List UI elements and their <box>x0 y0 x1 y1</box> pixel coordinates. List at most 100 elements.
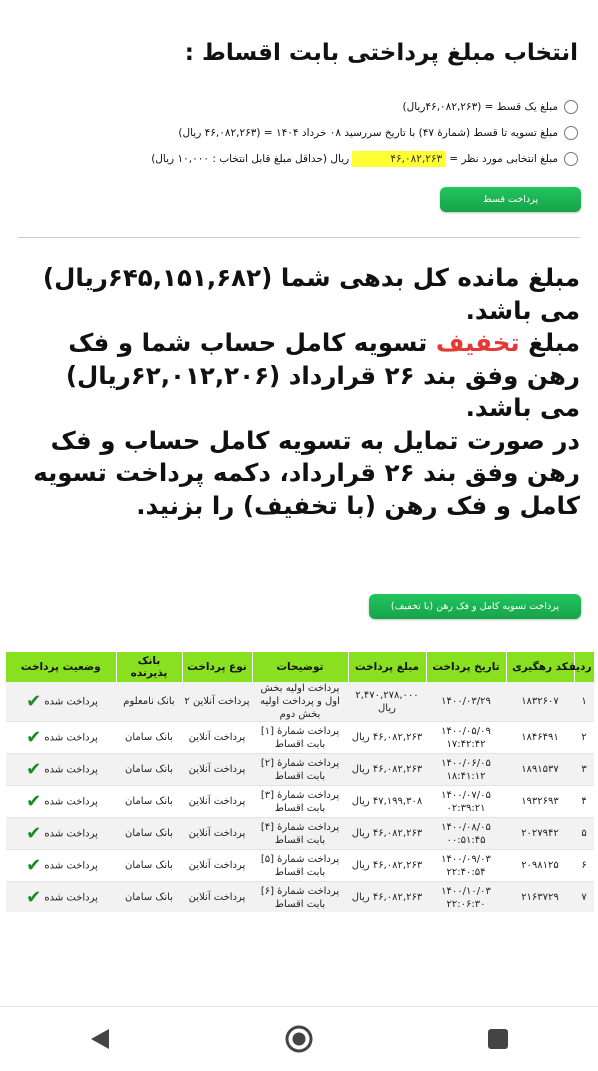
recents-square-icon[interactable] <box>468 1019 528 1059</box>
checkmark-icon: ✔ <box>26 854 42 876</box>
home-circle-icon[interactable] <box>269 1019 329 1059</box>
header-payment-date: تاریخ پرداخت <box>426 652 507 682</box>
payments-table-container[interactable]: ردیف کد رهگیری تاریخ پرداخت مبلغ پرداخت … <box>6 652 594 912</box>
header-tracking-code: کد رهگیری <box>506 652 575 682</box>
cell-description: پرداخت شمارهٔ [۳] بابت اقساط <box>252 785 348 818</box>
cell-tracking-code: ۲۱۶۳۷۲۹ <box>506 881 574 912</box>
cell-status: پرداخت شده ✔ <box>6 785 116 818</box>
cell-status: پرداخت شده ✔ <box>6 881 116 912</box>
cell-tracking-code: ۱۸۹۱۵۳۷ <box>506 753 574 786</box>
table-row: ۳ ۱۸۹۱۵۳۷ ۱۴۰۰/۰۶/۰۵ ۱۸:۴۱:۱۲ ۴۶,۰۸۲,۲۶۳ ری… <box>6 753 594 786</box>
option-suffix: ریال (حداقل مبلغ قابل انتخاب : ۱۰,۰۰۰ ری… <box>151 153 350 165</box>
cell-description: پرداخت اولیه بخش اول و پرداخت اولیه بخش … <box>252 682 348 722</box>
header-description: توضیحات <box>252 652 349 682</box>
cell-payment-date: ۱۴۰۰/۰۸/۰۵ ۰۰:۵۱:۴۵ <box>426 817 506 850</box>
checkmark-icon: ✔ <box>26 790 42 812</box>
radio-single-installment[interactable] <box>564 100 578 114</box>
cell-status: پرداخت شده ✔ <box>6 817 116 850</box>
cell-description: پرداخت شمارهٔ [۱] بابت اقساط <box>252 721 348 754</box>
message-discount: مبلغ تخفیف تسویه کامل حساب شما و فک رهن … <box>20 327 580 425</box>
full-settlement-button[interactable]: پرداخت تسویه کامل و فک رهن (با تخفیف) <box>369 594 581 619</box>
cell-payment-date: ۱۴۰۰/۰۳/۲۹ <box>426 682 506 722</box>
cell-row-number: ۴ <box>574 785 594 818</box>
cell-amount: ۴۶,۰۸۲,۲۶۳ ریال <box>348 817 426 850</box>
status-text: پرداخت شده <box>44 828 98 840</box>
cell-amount: ۴۷,۱۹۹,۳۰۸ ریال <box>348 785 426 818</box>
pay-installment-button[interactable]: پرداخت قسط <box>440 187 581 212</box>
header-row-number: ردیف <box>564 652 594 682</box>
cell-payment-type: پرداخت آنلاین <box>182 753 252 786</box>
header-payment-type: نوع پرداخت <box>182 652 253 682</box>
radio-settle-until[interactable] <box>564 126 578 140</box>
cell-bank: بانک سامان <box>116 753 182 786</box>
checkmark-icon: ✔ <box>26 726 42 748</box>
cell-payment-type: پرداخت آنلاین <box>182 849 252 882</box>
cell-row-number: ۶ <box>574 849 594 882</box>
cell-amount: ۴۶,۰۸۲,۲۶۳ ریال <box>348 881 426 912</box>
cell-tracking-code: ۱۸۴۶۴۹۱ <box>506 721 574 754</box>
custom-amount-input[interactable]: ۴۶,۰۸۲,۲۶۳ <box>352 151 447 167</box>
checkmark-icon: ✔ <box>26 758 42 780</box>
message-instruction: در صورت تمایل به تسویه کامل حساب و فک ره… <box>33 425 580 520</box>
payments-table: ردیف کد رهگیری تاریخ پرداخت مبلغ پرداخت … <box>6 652 594 912</box>
option-label: مبلغ تسویه تا قسط (شمارهٔ ۴۷) با تاریخ س… <box>178 127 558 139</box>
option-prefix: مبلغ انتخابی مورد نظر = <box>449 153 558 165</box>
cell-bank: بانک سامان <box>116 817 182 850</box>
status-text: پرداخت شده <box>44 796 98 808</box>
cell-description: پرداخت شمارهٔ [۴] بابت اقساط <box>252 817 348 850</box>
table-row: ۲ ۱۸۴۶۴۹۱ ۱۴۰۰/۰۵/۰۹ ۱۷:۴۲:۴۲ ۴۶,۰۸۲,۲۶۳ ری… <box>6 721 594 754</box>
cell-tracking-code: ۲۰۹۸۱۲۵ <box>506 849 574 882</box>
checkmark-icon: ✔ <box>26 886 42 908</box>
cell-status: پرداخت شده ✔ <box>6 849 116 882</box>
header-amount: مبلغ پرداخت <box>348 652 427 682</box>
cell-row-number: ۲ <box>574 721 594 754</box>
cell-bank: بانک نامعلوم <box>116 682 182 722</box>
cell-tracking-code: ۱۸۳۲۶۰۷ <box>506 682 574 722</box>
cell-tracking-code: ۱۹۳۲۶۹۳ <box>506 785 574 818</box>
cell-amount: ۴۶,۰۸۲,۲۶۳ ریال <box>348 753 426 786</box>
cell-tracking-code: ۲۰۲۷۹۴۲ <box>506 817 574 850</box>
cell-description: پرداخت شمارهٔ [۲] بابت اقساط <box>252 753 348 786</box>
cell-row-number: ۷ <box>574 881 594 912</box>
option-custom-amount[interactable]: مبلغ انتخابی مورد نظر = ۴۶,۰۸۲,۲۶۳ ریال … <box>10 146 578 172</box>
status-text: پرداخت شده <box>44 860 98 872</box>
cell-status: پرداخت شده ✔ <box>6 682 116 722</box>
option-label: مبلغ یک قسط = (۴۶,۰۸۲,۲۶۳ریال) <box>402 101 559 113</box>
cell-payment-type: پرداخت آنلاین <box>182 817 252 850</box>
table-row: ۵ ۲۰۲۷۹۴۲ ۱۴۰۰/۰۸/۰۵ ۰۰:۵۱:۴۵ ۴۶,۰۸۲,۲۶۳ ری… <box>6 817 594 850</box>
cell-row-number: ۱ <box>574 682 594 722</box>
table-row: ۴ ۱۹۳۲۶۹۳ ۱۴۰۰/۰۷/۰۵ ۰۲:۳۹:۲۱ ۴۷,۱۹۹,۳۰۸ ری… <box>6 785 594 818</box>
checkmark-icon: ✔ <box>26 690 42 712</box>
table-row: ۶ ۲۰۹۸۱۲۵ ۱۴۰۰/۰۹/۰۳ ۲۲:۴۰:۵۴ ۴۶,۰۸۲,۲۶۳ ری… <box>6 849 594 882</box>
back-triangle-icon[interactable] <box>70 1019 130 1059</box>
header-status: وضعیت پرداخت <box>6 652 117 682</box>
status-text: پرداخت شده <box>44 732 98 744</box>
message-discount-prefix: مبلغ <box>519 328 580 357</box>
message-total-debt: مبلغ مانده کل بدهی شما (۶۴۵,۱۵۱,۶۸۲ریال)… <box>42 263 580 325</box>
cell-payment-date: ۱۴۰۰/۰۹/۰۳ ۲۲:۴۰:۵۴ <box>426 849 506 882</box>
radio-custom-amount[interactable] <box>564 152 578 166</box>
cell-row-number: ۳ <box>574 753 594 786</box>
cell-bank: بانک سامان <box>116 721 182 754</box>
status-text: پرداخت شده <box>44 696 98 708</box>
table-row: ۱ ۱۸۳۲۶۰۷ ۱۴۰۰/۰۳/۲۹ ۲,۴۷۰,۲۷۸,۰۰۰ ریال پردا… <box>6 682 594 722</box>
checkmark-icon: ✔ <box>26 822 42 844</box>
cell-bank: بانک سامان <box>116 849 182 882</box>
cell-payment-type: پرداخت آنلاین <box>182 785 252 818</box>
cell-payment-date: ۱۴۰۰/۰۶/۰۵ ۱۸:۴۱:۱۲ <box>426 753 506 786</box>
cell-payment-type: پرداخت آنلاین <box>182 881 252 912</box>
cell-description: پرداخت شمارهٔ [۶] بابت اقساط <box>252 881 348 912</box>
android-nav-bar <box>0 1006 598 1071</box>
cell-amount: ۲,۴۷۰,۲۷۸,۰۰۰ ریال <box>348 682 426 722</box>
table-row: ۷ ۲۱۶۳۷۲۹ ۱۴۰۰/۱۰/۰۳ ۲۲:۰۶:۳۰ ۴۶,۰۸۲,۲۶۳ ری… <box>6 881 594 912</box>
divider <box>18 237 580 238</box>
cell-payment-date: ۱۴۰۰/۰۵/۰۹ ۱۷:۴۲:۴۲ <box>426 721 506 754</box>
discount-word: تخفیف <box>435 328 520 357</box>
option-settle-until-installment[interactable]: مبلغ تسویه تا قسط (شمارهٔ ۴۷) با تاریخ س… <box>10 120 578 146</box>
option-single-installment[interactable]: مبلغ یک قسط = (۴۶,۰۸۲,۲۶۳ریال) <box>10 94 578 120</box>
cell-bank: بانک سامان <box>116 881 182 912</box>
table-header-row: ردیف کد رهگیری تاریخ پرداخت مبلغ پرداخت … <box>6 652 594 682</box>
status-text: پرداخت شده <box>44 892 98 904</box>
cell-status: پرداخت شده ✔ <box>6 721 116 754</box>
payment-options: مبلغ یک قسط = (۴۶,۰۸۲,۲۶۳ریال) مبلغ تسوی… <box>10 94 578 172</box>
